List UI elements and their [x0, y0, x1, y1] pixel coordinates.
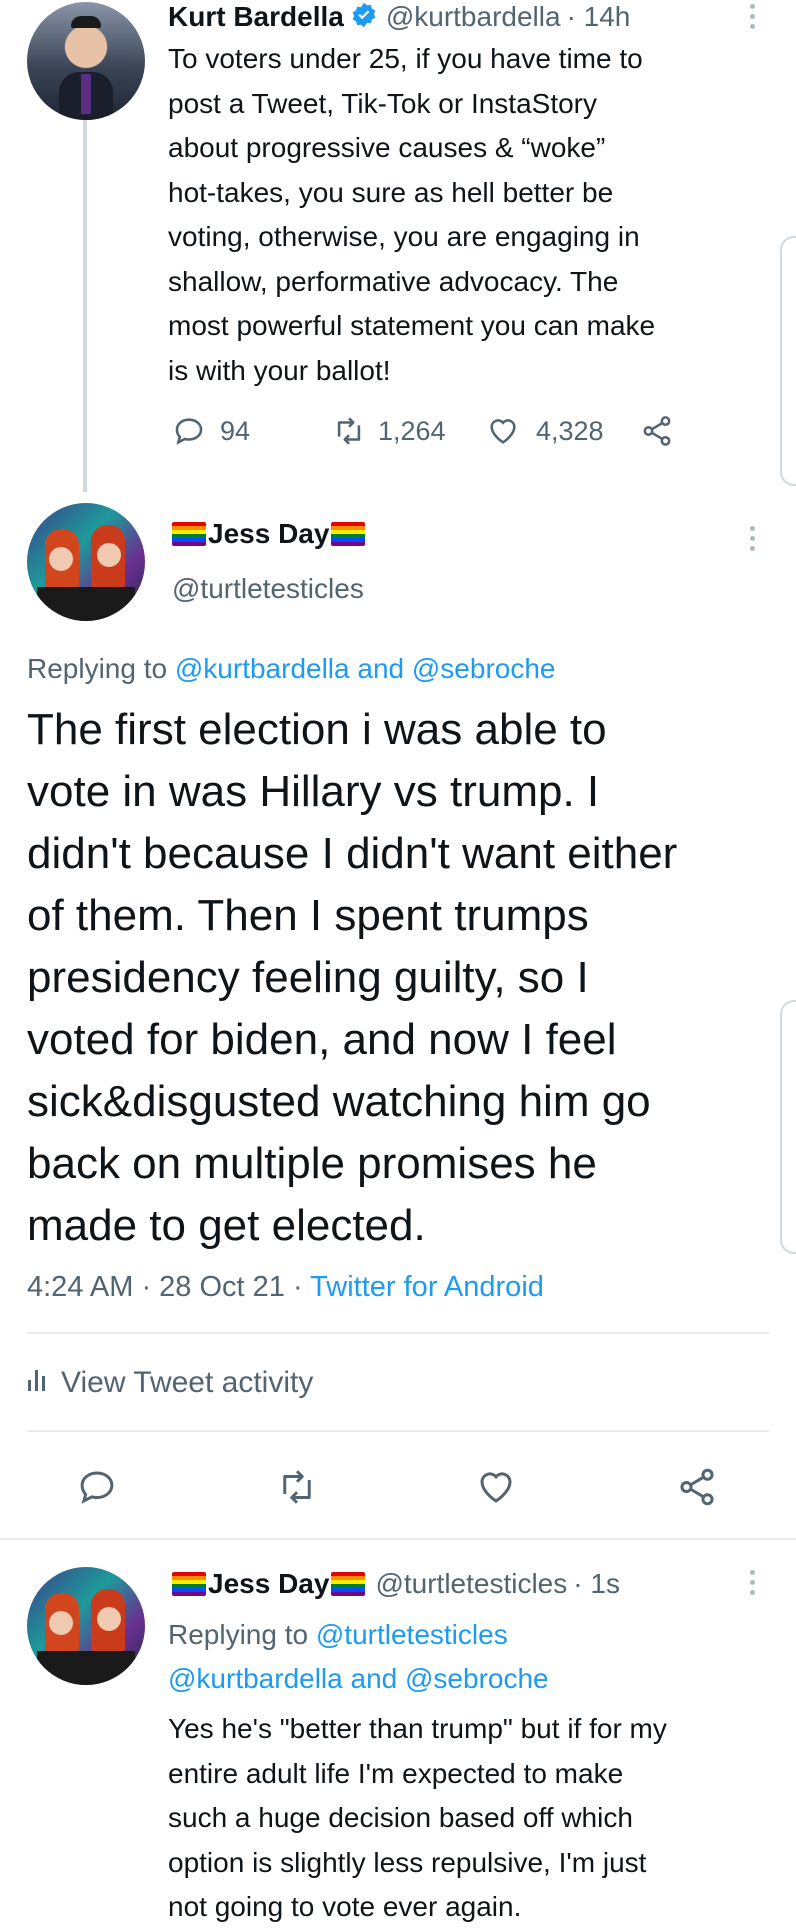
like-icon — [475, 1466, 517, 1508]
author-name[interactable]: Jess Day — [208, 518, 329, 550]
divider — [27, 1332, 769, 1334]
share-icon — [676, 1466, 718, 1508]
tweet-text-line: sick&disgusted watching him go — [27, 1077, 651, 1126]
main-reply-button[interactable] — [76, 1466, 118, 1508]
tweet-text-line: such a huge decision based off which — [168, 1802, 633, 1833]
reply-icon — [76, 1466, 118, 1508]
share-button[interactable] — [640, 414, 674, 448]
replying-to-users[interactable]: @kurtbardella and @sebroche — [168, 1657, 549, 1701]
retweet-icon — [332, 414, 366, 448]
tweet-text-line: To voters under 25, if you have time to — [168, 43, 643, 74]
tweet1-text: To voters under 25, if you have time to … — [168, 37, 768, 393]
tweet-text-line: Yes he's "better than trump" but if for … — [168, 1713, 667, 1744]
retweet-icon — [276, 1466, 318, 1508]
tweet-text-line: shallow, performative advocacy. The — [168, 265, 619, 297]
tweet-text-line: post a Tweet, Tik-Tok or InstaStory — [168, 87, 597, 119]
tweet-text-line: entire adult life I'm expected to make — [168, 1757, 624, 1789]
avatar-jess-day[interactable] — [27, 1567, 145, 1685]
rainbow-flag-icon — [172, 522, 206, 546]
tweet-text-line: voted for biden, and now I feel — [27, 1015, 617, 1064]
main-retweet-button[interactable] — [276, 1466, 318, 1508]
more-icon[interactable] — [750, 4, 756, 34]
tweet-text-line: is with your ballot! — [168, 354, 391, 386]
like-count: 4,328 — [536, 415, 604, 446]
tweet-text-line: voting, otherwise, you are engaging in — [168, 221, 640, 252]
tweet-time[interactable]: · 14h — [567, 1, 631, 33]
replying-to-users[interactable]: @kurtbardella and @sebroche — [175, 653, 556, 684]
reply-header: Jess Day @turtletesticles · 1s — [172, 1568, 620, 1600]
author-handle[interactable]: @turtletesticles — [172, 573, 364, 605]
author-name[interactable]: Kurt Bardella — [168, 1, 344, 33]
reply-replying-to: Replying to @turtletesticles @kurtbardel… — [168, 1613, 549, 1701]
retweet-button[interactable]: 1,264 — [332, 414, 446, 448]
replying-to-user[interactable]: @turtletesticles — [316, 1619, 508, 1650]
tweet-text-line: option is slightly less repulsive, I'm j… — [168, 1846, 647, 1878]
thread-line — [83, 120, 87, 492]
retweet-count: 1,264 — [378, 415, 446, 446]
tweet-text-line: not going to vote ever again. — [168, 1891, 522, 1922]
tweet-text-line: back on multiple promises he — [27, 1139, 597, 1188]
view-tweet-activity-label: View Tweet activity — [61, 1366, 314, 1399]
main-like-button[interactable] — [475, 1466, 517, 1508]
tweet-text-line: most powerful statement you can make — [168, 310, 656, 341]
author-handle[interactable]: @kurtbardella — [386, 1, 561, 33]
reply-icon — [172, 414, 206, 448]
tweet-text-line: hot-takes, you sure as hell better be — [168, 176, 614, 208]
tweet-text-line: about progressive causes & “woke” — [168, 132, 606, 163]
avatar-kurt-bardella[interactable] — [27, 2, 145, 120]
scroll-hint — [780, 236, 796, 486]
tweet-timestamp[interactable]: 4:24 AM · 28 Oct 21 · — [27, 1271, 310, 1303]
tweet-source[interactable]: Twitter for Android — [310, 1271, 544, 1303]
rainbow-flag-icon — [172, 1572, 206, 1596]
tweet-time[interactable]: · 1s — [573, 1568, 620, 1600]
replying-to-label: Replying to — [168, 1619, 316, 1650]
tweet-text-line: of them. Then I spent trumps — [27, 891, 589, 940]
author-handle[interactable]: @turtletesticles — [375, 1568, 567, 1600]
view-tweet-activity[interactable]: View Tweet activity — [27, 1366, 313, 1400]
author-name[interactable]: Jess Day — [208, 1568, 329, 1600]
tweet1-header: Kurt Bardella @kurtbardella · 14h — [168, 0, 630, 34]
reply-count: 94 — [220, 415, 251, 446]
divider — [27, 1430, 769, 1432]
main-tweet-text: The first election i was able to vote in… — [27, 699, 787, 1257]
tweet-text-line: presidency feeling guilty, so I — [27, 953, 589, 1002]
tweet-text-line: vote in was Hillary vs trump. I — [27, 767, 600, 816]
reply-text: Yes he's "better than trump" but if for … — [168, 1707, 788, 1930]
share-icon — [640, 414, 674, 448]
rainbow-flag-icon — [331, 1572, 366, 1596]
more-icon[interactable] — [750, 1570, 756, 1600]
divider — [0, 1538, 796, 1540]
verified-badge-icon — [350, 1, 378, 34]
tweet-meta: 4:24 AM · 28 Oct 21 · Twitter for Androi… — [27, 1271, 544, 1304]
rainbow-flag-icon — [331, 522, 366, 546]
like-icon — [486, 414, 520, 448]
reply-button[interactable]: 94 — [172, 414, 250, 448]
tweet-text-line: made to get elected. — [27, 1201, 426, 1250]
tweet-text-line: The first election i was able to — [27, 705, 607, 754]
tweet-text-line: didn't because I didn't want either — [27, 829, 678, 878]
main-share-button[interactable] — [676, 1466, 718, 1508]
analytics-icon — [27, 1366, 47, 1400]
replying-to: Replying to @kurtbardella and @sebroche — [27, 653, 556, 685]
replying-to-label: Replying to — [27, 653, 175, 684]
scroll-hint — [780, 1000, 796, 1254]
avatar-jess-day[interactable] — [27, 503, 145, 621]
main-author-name-row: Jess Day — [172, 518, 366, 550]
like-button[interactable]: 4,328 — [486, 414, 604, 448]
more-icon[interactable] — [750, 526, 756, 556]
